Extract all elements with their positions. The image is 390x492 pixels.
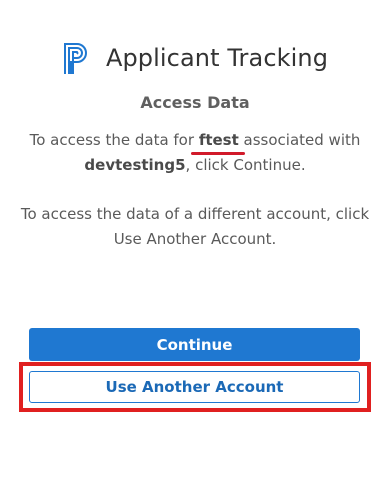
app-title: Applicant Tracking [105,44,329,72]
app-header: Applicant Tracking [0,38,390,78]
alternate-account-message: To access the data of a different accoun… [20,205,370,248]
access-message: To access the data for ftest associated … [20,128,370,178]
powerschool-p-logo-icon [63,43,87,74]
message-middle: associated with [238,131,361,149]
message-suffix: , click Continue. [185,156,306,174]
district-name: ftest [190,128,245,155]
use-another-account-button[interactable]: Use Another Account [29,371,360,403]
account-name: devtesting5 [84,156,186,174]
message-prefix: To access the data for [29,131,199,149]
continue-button[interactable]: Continue [29,328,360,361]
page-subtitle: Access Data [140,93,250,112]
